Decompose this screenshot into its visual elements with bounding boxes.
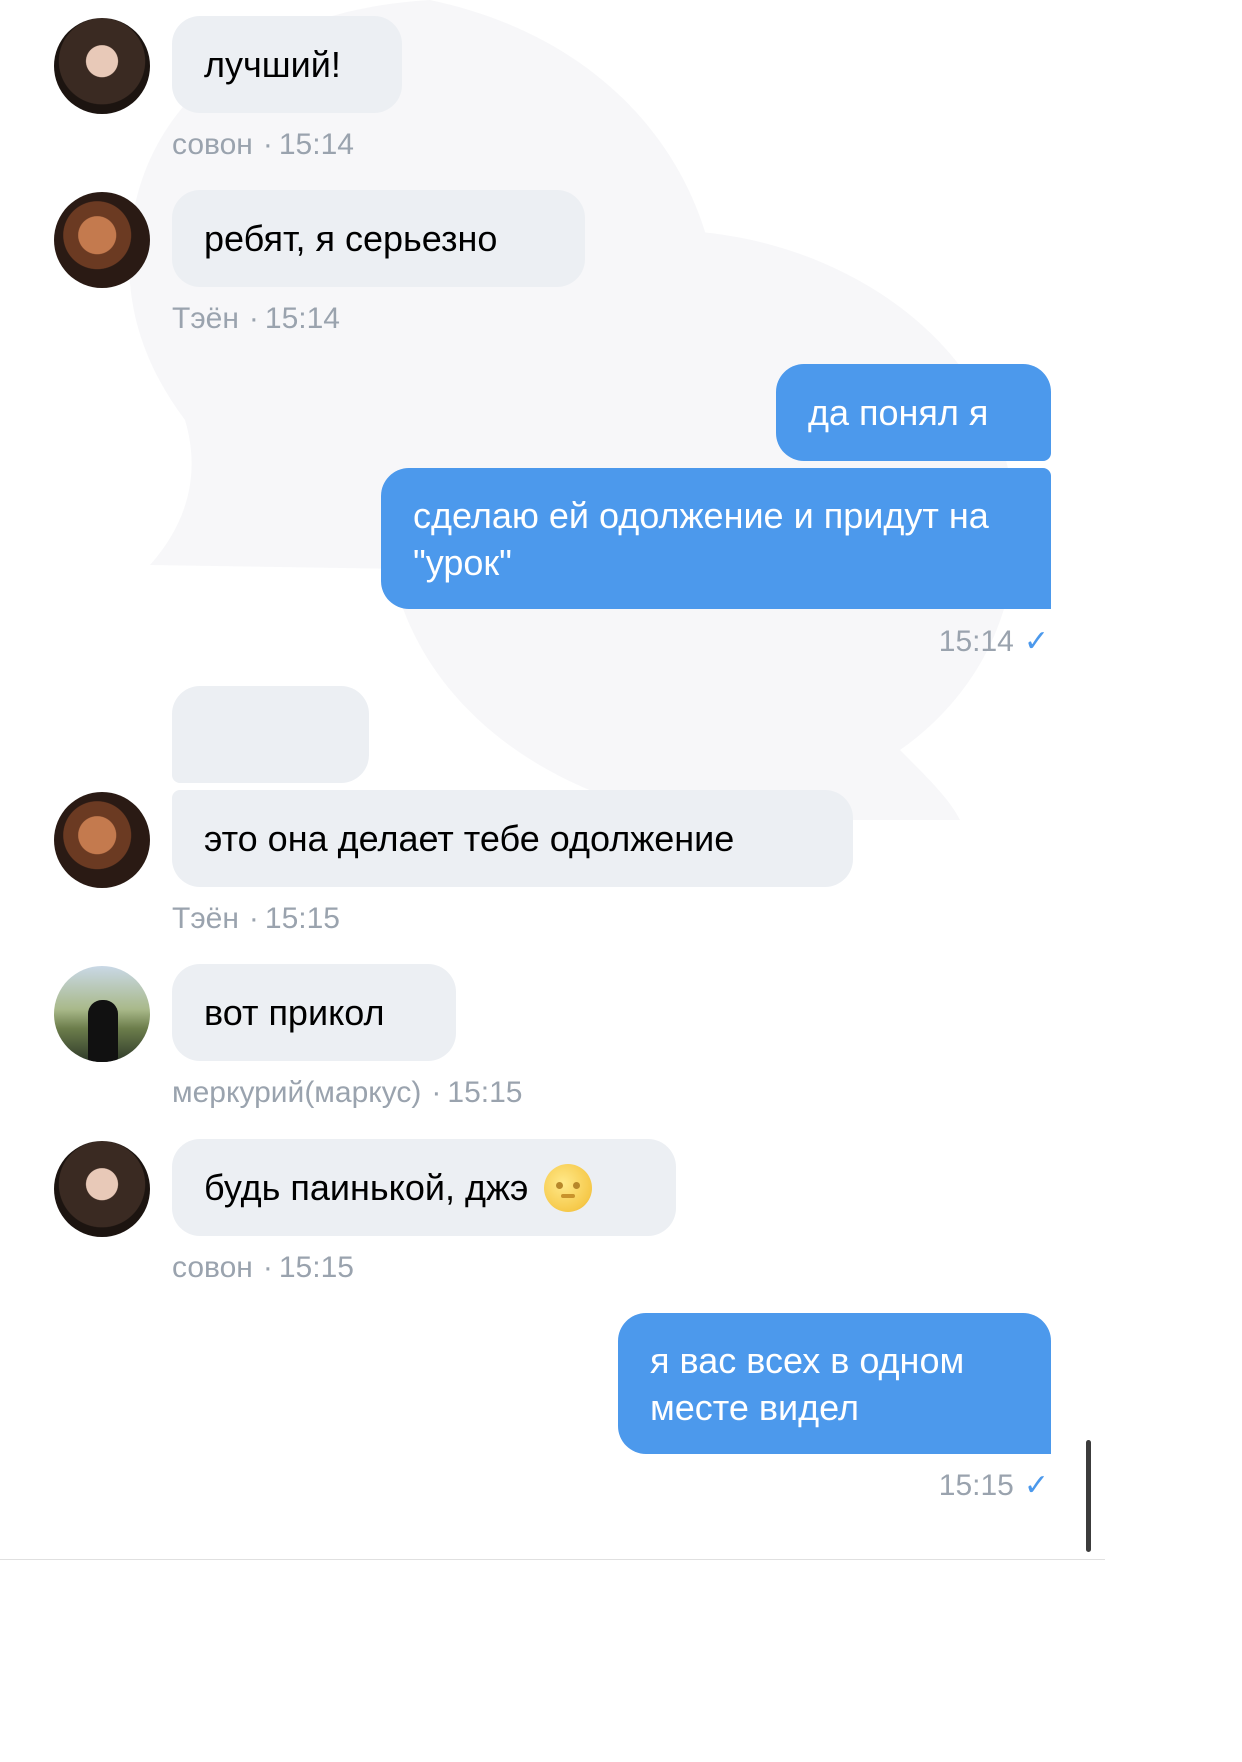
avatar-taeyon[interactable] (54, 792, 150, 888)
sender-name[interactable]: Тэён (172, 902, 239, 935)
message-bubble-outgoing[interactable]: да понял я (776, 364, 1051, 461)
message-text: вот прикол (204, 992, 385, 1033)
message-text: ребят, я серьезно (204, 218, 498, 259)
message-time: 15:15 (447, 1076, 523, 1109)
message-time: 15:15 (278, 1251, 354, 1284)
message-text: будь паинькой, джэ (204, 1167, 529, 1208)
message-meta: меркурий(маркус) · 15:15 (172, 1076, 523, 1110)
message-text: я вас всех в одном месте видел (650, 1339, 965, 1428)
message-bubble-incoming[interactable]: лучший! (172, 16, 402, 113)
message-bubble-incoming[interactable]: ребят, я серьезно (172, 190, 585, 287)
scrollbar[interactable] (1086, 1440, 1091, 1552)
message-text: сделаю ей одолжение и придут на "урок" (413, 494, 989, 583)
message-bubble-outgoing[interactable]: сделаю ей одолжение и придут на "урок" (381, 468, 1051, 609)
message-meta: совон · 15:14 (172, 128, 354, 162)
sender-name[interactable]: меркурий(маркус) (172, 1076, 421, 1109)
message-meta-outgoing: 15:14 ✓ (939, 624, 1049, 659)
meta-separator: · (262, 1251, 273, 1284)
message-bubble-incoming[interactable]: вот прикол (172, 964, 456, 1061)
message-text: это она делает тебе одолжение (204, 818, 735, 859)
message-meta: Тэён · 15:15 (172, 902, 340, 936)
message-bubble-incoming[interactable]: это она делает тебе одолжение (172, 790, 853, 887)
sender-name[interactable]: Тэён (172, 302, 239, 335)
divider (0, 1559, 1105, 1560)
message-time: 15:14 (278, 128, 354, 161)
message-meta: Тэён · 15:14 (172, 302, 340, 336)
message-text: лучший! (204, 44, 341, 85)
message-time: 15:15 (264, 902, 340, 935)
message-meta: совон · 15:15 (172, 1251, 354, 1285)
avatar-mark[interactable] (54, 966, 150, 1062)
full-moon-face-icon (544, 1163, 593, 1212)
message-time: 15:15 (938, 1468, 1014, 1502)
read-check-icon: ✓ (1023, 1469, 1049, 1502)
message-bubble-incoming[interactable]: будь паинькой, джэ (172, 1139, 676, 1236)
meta-separator: · (262, 128, 273, 161)
message-bubble-incoming[interactable] (172, 686, 369, 783)
meta-separator: · (248, 302, 259, 335)
sender-name[interactable]: совон (172, 128, 253, 161)
message-bubble-outgoing[interactable]: я вас всех в одном месте видел (618, 1313, 1051, 1454)
avatar-sowon[interactable] (54, 1141, 150, 1237)
read-check-icon: ✓ (1023, 625, 1049, 658)
message-meta-outgoing: 15:15 ✓ (939, 1468, 1049, 1503)
message-time: 15:14 (938, 624, 1014, 658)
sender-name[interactable]: совон (172, 1251, 253, 1284)
message-text: да понял я (808, 392, 989, 433)
meta-separator: · (248, 902, 259, 935)
avatar-taeyon[interactable] (54, 192, 150, 288)
avatar-sowon[interactable] (54, 18, 150, 114)
meta-separator: · (431, 1076, 442, 1109)
message-time: 15:14 (264, 302, 340, 335)
